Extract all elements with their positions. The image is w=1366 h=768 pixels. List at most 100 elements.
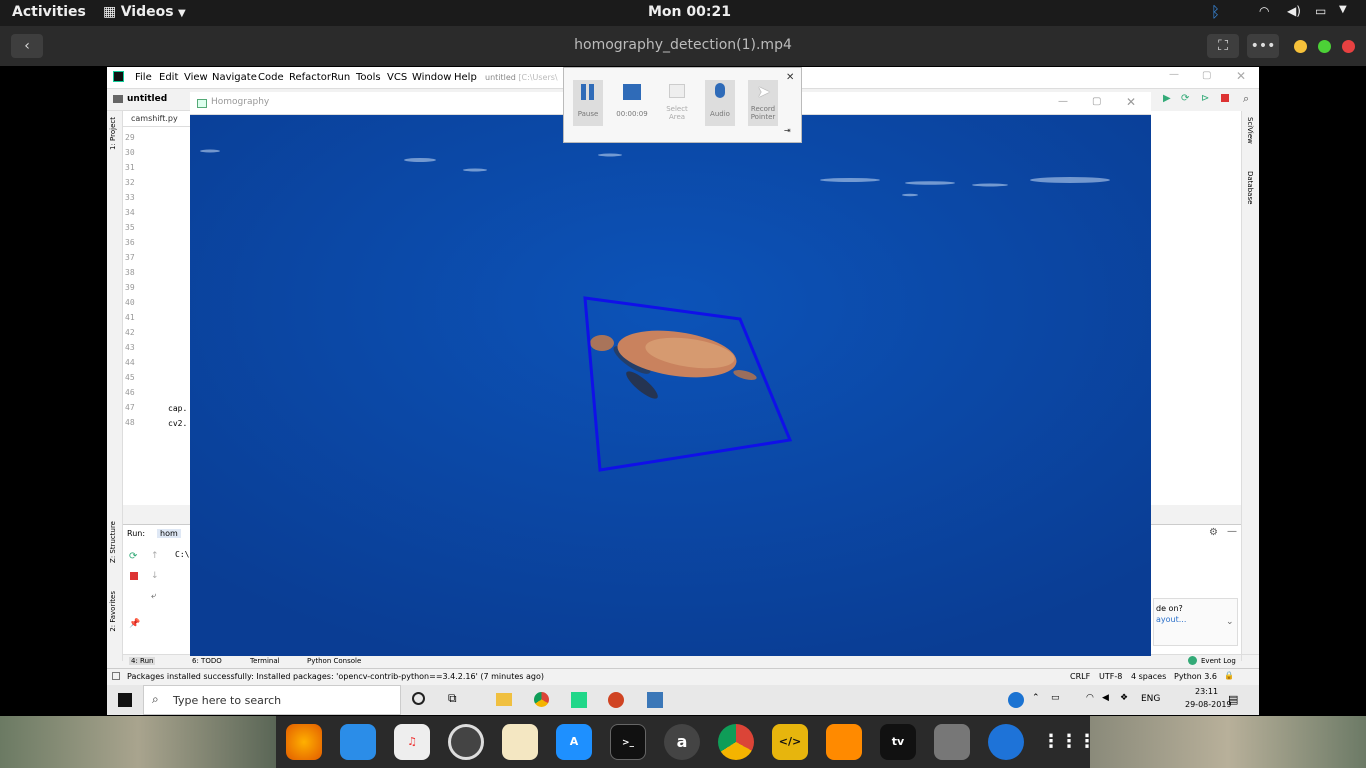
ide-minimize-icon[interactable]: — <box>1169 69 1179 80</box>
amazon-icon[interactable]: a <box>664 724 700 760</box>
tray-volume-icon[interactable]: ◀ <box>1102 693 1109 703</box>
menu-run[interactable]: Run <box>331 72 350 83</box>
scroll-down-icon[interactable]: ↓ <box>151 571 159 581</box>
stop-icon[interactable] <box>1221 94 1229 102</box>
menu-window[interactable]: Window <box>412 72 451 83</box>
help-icon[interactable] <box>1008 692 1024 708</box>
notification-link[interactable]: ayout... <box>1156 615 1186 624</box>
database-tool-tab[interactable]: Database <box>1246 171 1254 204</box>
app-menu[interactable]: ▦ Videos ▼ <box>103 4 186 20</box>
taskbar-search-box[interactable]: ⌕ Type here to search <box>143 685 401 715</box>
project-tool-tab[interactable]: 1: Project <box>109 117 117 150</box>
books-icon[interactable] <box>826 724 862 760</box>
music-icon[interactable]: ♫ <box>394 724 430 760</box>
finder-icon[interactable] <box>340 724 376 760</box>
status-line-separator[interactable]: CRLF <box>1070 672 1090 681</box>
powerpoint-taskbar-icon[interactable] <box>608 692 624 708</box>
run-stop-icon[interactable] <box>130 572 138 580</box>
structure-tool-tab[interactable]: Z: Structure <box>109 521 117 563</box>
system-prefs-icon[interactable] <box>934 724 970 760</box>
homography-maximize-icon[interactable]: ▢ <box>1092 96 1101 107</box>
file-explorer-icon[interactable] <box>496 693 512 706</box>
volume-icon[interactable]: ◀) <box>1287 4 1301 18</box>
clock[interactable]: Mon 00:21 <box>648 4 731 20</box>
status-encoding[interactable]: UTF-8 <box>1099 672 1122 681</box>
fullscreen-button[interactable]: ⛶ <box>1207 34 1239 58</box>
apple-tv-icon[interactable]: tv <box>880 724 916 760</box>
tray-date[interactable]: 29-08-2019 <box>1185 700 1232 709</box>
firefox-icon[interactable] <box>286 724 322 760</box>
code-editor-icon[interactable]: </> <box>772 724 808 760</box>
stop-record-button[interactable]: 00:00:09 <box>616 80 648 126</box>
menu-code[interactable]: Code <box>258 72 284 83</box>
status-message[interactable]: Packages installed successfully: Install… <box>127 672 544 681</box>
soft-wrap-icon[interactable]: ⤶ <box>151 591 156 601</box>
task-view-icon[interactable]: ⧉ <box>448 691 457 706</box>
audio-button[interactable]: Audio <box>705 80 735 126</box>
cortana-icon[interactable] <box>412 692 425 705</box>
tool-tab-python-console[interactable]: Python Console <box>307 657 361 665</box>
debug-icon[interactable]: ⟳ <box>1181 93 1189 104</box>
menu-button[interactable]: ••• <box>1247 34 1279 58</box>
favorites-tool-tab[interactable]: 2: Favorites <box>109 591 117 632</box>
recorder-close-icon[interactable]: ✕ <box>786 72 794 83</box>
notification-expand-icon[interactable]: ⌄ <box>1226 617 1234 627</box>
bluetooth-icon[interactable]: ᛒ <box>1211 3 1220 21</box>
menu-tools[interactable]: Tools <box>356 72 381 83</box>
pause-button[interactable]: Pause <box>573 80 603 126</box>
menu-refactor[interactable]: Refactor <box>289 72 331 83</box>
status-indent[interactable]: 4 spaces <box>1131 672 1166 681</box>
editor-tab-camshift[interactable]: camshift.py <box>131 114 178 123</box>
tray-chevron-icon[interactable]: ⌃ <box>1032 693 1040 703</box>
windows-start-icon[interactable] <box>118 693 132 707</box>
settings-gear-icon[interactable]: ⚙ <box>1209 527 1218 538</box>
system-menu-chevron-icon[interactable]: ▼ <box>1339 4 1347 15</box>
status-interpreter[interactable]: Python 3.6 <box>1174 672 1217 681</box>
select-area-button[interactable]: Select Area <box>662 80 692 126</box>
text-editor-icon[interactable] <box>502 724 538 760</box>
wifi-icon[interactable]: ◠ <box>1259 4 1269 18</box>
menu-edit[interactable]: Edit <box>159 72 178 83</box>
sciview-tool-tab[interactable]: SciView <box>1246 117 1254 144</box>
tray-language[interactable]: ENG <box>1141 694 1160 704</box>
homography-minimize-icon[interactable]: — <box>1058 96 1068 107</box>
record-pointer-button[interactable]: ➤ Record Pointer <box>748 80 778 126</box>
chrome-dock-icon[interactable] <box>718 724 754 760</box>
activities-button[interactable]: Activities <box>12 4 86 20</box>
status-toggle-icon[interactable] <box>112 672 120 680</box>
tool-tab-run[interactable]: 4: Run <box>129 657 156 665</box>
ide-maximize-icon[interactable]: ▢ <box>1202 70 1211 81</box>
python-taskbar-icon[interactable] <box>647 692 663 708</box>
rerun-icon[interactable]: ⟳ <box>129 551 137 562</box>
lock-icon[interactable]: 🔒 <box>1224 671 1234 680</box>
ide-close-icon[interactable]: ✕ <box>1236 69 1246 83</box>
editor-pane[interactable]: 29 30 31 32 33 34 35 36 37 38 39 40 41 42 43 44 45 46 47 48… <box>123 127 190 505</box>
menu-view[interactable]: View <box>184 72 208 83</box>
menu-navigate[interactable]: Navigate <box>212 72 257 83</box>
maximize-button[interactable] <box>1318 40 1331 53</box>
tool-tab-todo[interactable]: 6: TODO <box>192 657 222 665</box>
breadcrumb[interactable]: untitled <box>127 94 167 104</box>
close-button[interactable] <box>1342 40 1355 53</box>
tray-network-icon[interactable]: ◠ <box>1086 693 1094 703</box>
search-icon[interactable]: ⌕ <box>1243 92 1249 106</box>
tray-dropbox-icon[interactable]: ❖ <box>1120 693 1128 703</box>
tray-battery-icon[interactable]: ▭ <box>1051 693 1060 703</box>
sync-icon[interactable] <box>988 724 1024 760</box>
coverage-icon[interactable]: ⊳ <box>1201 93 1209 104</box>
settings-ring-icon[interactable] <box>448 724 484 760</box>
pin-icon[interactable]: 📌 <box>129 619 140 629</box>
tool-tab-terminal[interactable]: Terminal <box>250 657 280 665</box>
show-apps-icon[interactable]: ⋮⋮⋮ <box>1042 724 1096 760</box>
menu-vcs[interactable]: VCS <box>387 72 407 83</box>
scroll-up-icon[interactable]: ↑ <box>151 551 159 561</box>
run-config-tab[interactable]: hom <box>157 529 181 538</box>
hide-panel-icon[interactable]: — <box>1227 526 1237 537</box>
tool-tab-event-log[interactable]: Event Log <box>1201 657 1236 665</box>
notification-popup[interactable]: de on? ayout... ⌄ <box>1153 598 1238 646</box>
tray-time[interactable]: 23:11 <box>1195 687 1218 696</box>
terminal-icon[interactable]: >_ <box>610 724 646 760</box>
build-icon[interactable]: ▶ <box>1163 93 1171 104</box>
menu-file[interactable]: File <box>135 72 152 83</box>
menu-help[interactable]: Help <box>454 72 477 83</box>
